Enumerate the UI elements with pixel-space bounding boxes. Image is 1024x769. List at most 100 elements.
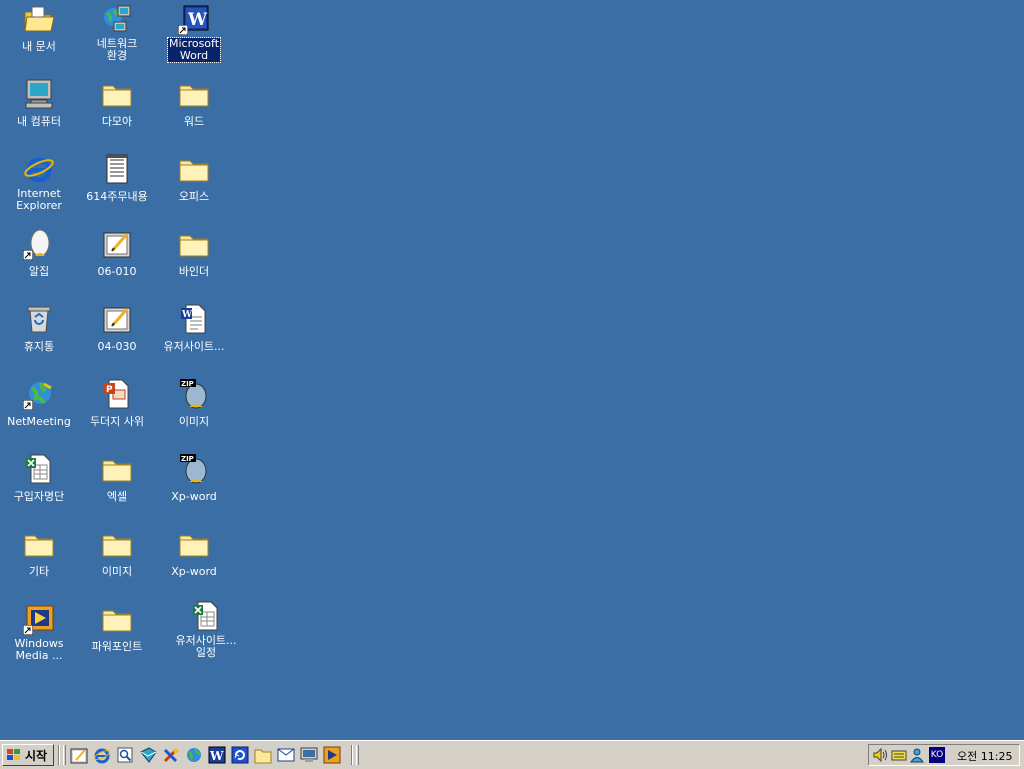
excel-document-icon xyxy=(23,453,55,485)
my-documents-icon[interactable]: 내 문서 xyxy=(0,3,78,54)
wordpad-icon xyxy=(101,303,133,335)
folder-icon[interactable]: 워드 xyxy=(155,78,233,129)
netmeeting-icon[interactable]: NetMeeting xyxy=(0,378,78,429)
icon-label: NetMeeting xyxy=(7,415,71,428)
taskbar: 시작 W KO 오전 11:25 xyxy=(0,740,1024,769)
internet-explorer-icon[interactable]: Internet Explorer xyxy=(0,153,78,213)
folder-icon[interactable]: 오피스 xyxy=(155,153,233,204)
network-neighborhood-icon[interactable]: 네트워크 환경 xyxy=(78,3,156,63)
powerpoint-document-icon: P xyxy=(101,378,133,410)
shortcut-arrow-icon xyxy=(23,625,33,635)
media-player-icon xyxy=(23,603,55,635)
folder-icon[interactable]: 기타 xyxy=(0,528,78,579)
folder-icon[interactable]: 다모아 xyxy=(78,78,156,129)
quicklaunch-search-icon[interactable] xyxy=(116,746,134,764)
folder-icon xyxy=(101,453,133,485)
folder-icon[interactable]: Xp-word xyxy=(155,528,233,579)
word-document-icon[interactable]: W 유저사이트... xyxy=(155,303,233,354)
windows-media-icon[interactable]: Windows Media ... xyxy=(0,603,78,663)
excel-file-icon[interactable]: 유저사이트... 일정 xyxy=(167,600,245,660)
user-icon[interactable] xyxy=(909,747,925,763)
quicklaunch-grip[interactable] xyxy=(63,745,66,765)
folder-icon[interactable]: 엑셀 xyxy=(78,453,156,504)
quicklaunch-tools-icon[interactable] xyxy=(162,746,180,764)
language-indicator[interactable]: KO xyxy=(929,747,945,763)
egg-icon xyxy=(23,228,55,260)
quicklaunch-ie-icon[interactable] xyxy=(93,746,111,764)
quicklaunch-refresh-icon[interactable] xyxy=(231,746,249,764)
icon-label: Internet Explorer xyxy=(16,187,62,212)
wordpad-icon xyxy=(101,228,133,260)
folder-icon[interactable]: 바인더 xyxy=(155,228,233,279)
icon-label: Windows Media ... xyxy=(14,637,64,662)
windows-logo-icon xyxy=(7,749,20,760)
quicklaunch-word-icon[interactable]: W xyxy=(208,746,226,764)
quicklaunch-folder-icon[interactable] xyxy=(254,746,272,764)
wordpad-file-icon[interactable]: 04-030 xyxy=(78,303,156,354)
icon-label: 내 문서 xyxy=(22,40,56,53)
folder-open-icon xyxy=(23,3,55,35)
icon-label: 614주무내용 xyxy=(86,190,148,203)
icon-label: 06-010 xyxy=(97,265,137,278)
folder-icon xyxy=(101,78,133,110)
svg-text:W: W xyxy=(181,310,193,320)
quicklaunch-media-player-icon[interactable] xyxy=(323,746,341,764)
icon-label: 다모아 xyxy=(101,115,133,128)
icon-label: 워드 xyxy=(183,115,205,128)
zip-egg-icon: ZIP xyxy=(178,378,210,410)
folder-icon xyxy=(178,528,210,560)
microsoft-word-icon[interactable]: W Microsoft Word xyxy=(155,3,233,63)
icon-label: 바인더 xyxy=(178,265,210,278)
folder-icon xyxy=(101,603,133,635)
icon-label: 네트워크 환경 xyxy=(96,37,138,62)
zip-egg-icon: ZIP xyxy=(178,453,210,485)
quicklaunch-desktop-icon[interactable] xyxy=(300,746,318,764)
folder-icon xyxy=(178,78,210,110)
start-button[interactable]: 시작 xyxy=(2,744,54,766)
keyboard-indicator-icon[interactable] xyxy=(891,747,907,763)
shortcut-arrow-icon xyxy=(178,25,188,35)
icon-label: 유저사이트... 일정 xyxy=(175,634,237,659)
quicklaunch-wordpad-icon[interactable] xyxy=(70,746,88,764)
folder-icon[interactable]: 이미지 xyxy=(78,528,156,579)
zip-file-icon[interactable]: ZIP Xp-word xyxy=(155,453,233,504)
icon-label: 유저사이트... xyxy=(163,340,225,353)
quicklaunch-outlook-icon[interactable] xyxy=(139,746,157,764)
recycle-bin-icon[interactable]: 휴지통 xyxy=(0,303,78,354)
netmeeting-globe-icon xyxy=(23,378,55,410)
icon-label: 04-030 xyxy=(97,340,137,353)
shortcut-arrow-icon xyxy=(23,250,33,260)
svg-text:ZIP: ZIP xyxy=(181,455,194,463)
svg-text:W: W xyxy=(187,10,208,30)
taskbar-separator xyxy=(58,745,60,765)
my-computer-icon[interactable]: 내 컴퓨터 xyxy=(0,78,78,129)
quicklaunch-mail-icon[interactable] xyxy=(277,746,295,764)
text-document-icon[interactable]: 614주무내용 xyxy=(78,153,156,204)
alzip-icon[interactable]: 알집 xyxy=(0,228,78,279)
icon-label: Xp-word xyxy=(171,565,217,578)
ie-logo-icon xyxy=(23,153,55,185)
icon-label: 내 컴퓨터 xyxy=(17,115,61,128)
folder-icon xyxy=(101,528,133,560)
volume-icon[interactable] xyxy=(872,747,888,763)
zip-file-icon[interactable]: ZIP 이미지 xyxy=(155,378,233,429)
wordpad-file-icon[interactable]: 06-010 xyxy=(78,228,156,279)
quicklaunch-netmeeting-icon[interactable] xyxy=(185,746,203,764)
clock[interactable]: 오전 11:25 xyxy=(957,748,1012,764)
excel-file-icon[interactable]: 구입자명단 xyxy=(0,453,78,504)
folder-icon[interactable]: 파워포인트 xyxy=(78,603,156,654)
svg-text:P: P xyxy=(106,385,113,395)
icon-label: Microsoft Word xyxy=(166,37,222,63)
notepad-icon xyxy=(101,153,133,185)
icon-label: 두더지 사위 xyxy=(89,415,145,428)
folder-icon xyxy=(23,528,55,560)
desktop: 내 문서 내 컴퓨터 Internet Explorer 알집 휴지통 NetM… xyxy=(0,0,1024,740)
icon-label: 엑셀 xyxy=(106,490,128,503)
taskbar-grip[interactable] xyxy=(356,745,359,765)
system-tray: KO 오전 11:25 xyxy=(868,744,1020,766)
svg-text:ZIP: ZIP xyxy=(181,380,194,388)
trash-icon xyxy=(23,303,55,335)
start-label: 시작 xyxy=(25,748,48,763)
powerpoint-file-icon[interactable]: P 두더지 사위 xyxy=(78,378,156,429)
folder-icon xyxy=(178,153,210,185)
